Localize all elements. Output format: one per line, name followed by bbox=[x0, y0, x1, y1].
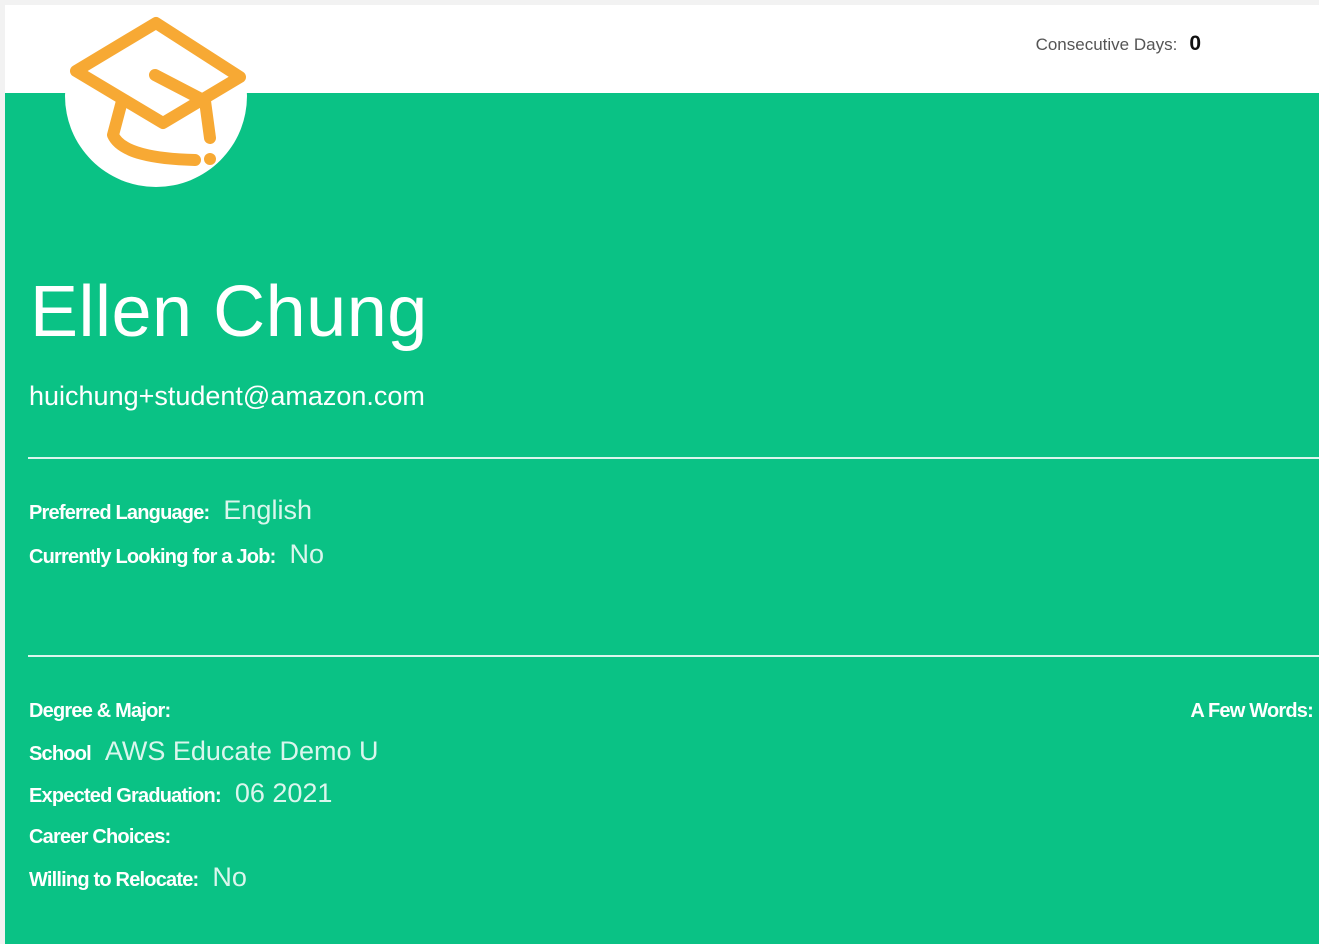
graduation-row: Expected Graduation: 06 2021 bbox=[29, 778, 332, 809]
profile-email: huichung+student@amazon.com bbox=[29, 381, 425, 411]
job-search-row: Currently Looking for a Job: No bbox=[29, 539, 324, 570]
graduation-label: Expected Graduation: bbox=[29, 785, 222, 807]
school-value: AWS Educate Demo U bbox=[104, 736, 379, 766]
consecutive-days: Consecutive Days: 0 bbox=[1036, 32, 1201, 56]
profile-panel: Ellen Chung huichung+student@amazon.com … bbox=[5, 93, 1319, 944]
consecutive-days-label: Consecutive Days: bbox=[1035, 35, 1178, 54]
profile-name: Ellen Chung bbox=[30, 272, 428, 352]
consecutive-days-value: 0 bbox=[1189, 32, 1201, 55]
degree-major-row: Degree & Major: bbox=[29, 700, 171, 723]
job-search-label: Currently Looking for a Job: bbox=[29, 546, 276, 568]
graduation-cap-icon bbox=[65, 5, 247, 187]
relocate-label: Willing to Relocate: bbox=[29, 869, 199, 891]
job-search-value: No bbox=[289, 539, 325, 569]
career-choices-label: Career Choices: bbox=[29, 826, 171, 848]
few-words-label: A Few Words: bbox=[1190, 700, 1313, 722]
school-label: School bbox=[29, 743, 92, 765]
relocate-value: No bbox=[212, 862, 247, 892]
profile-page: Consecutive Days: 0 Ellen Chung huichung… bbox=[5, 5, 1319, 944]
divider bbox=[28, 457, 1319, 459]
school-row: School AWS Educate Demo U bbox=[29, 736, 378, 767]
career-choices-row: Career Choices: bbox=[29, 826, 171, 849]
divider bbox=[28, 655, 1319, 657]
preferred-language-row: Preferred Language: English bbox=[29, 495, 312, 526]
preferred-language-label: Preferred Language: bbox=[29, 502, 210, 524]
relocate-row: Willing to Relocate: No bbox=[29, 862, 247, 893]
graduation-value: 06 2021 bbox=[234, 778, 333, 808]
preferred-language-value: English bbox=[223, 495, 312, 525]
degree-major-label: Degree & Major: bbox=[29, 700, 171, 722]
